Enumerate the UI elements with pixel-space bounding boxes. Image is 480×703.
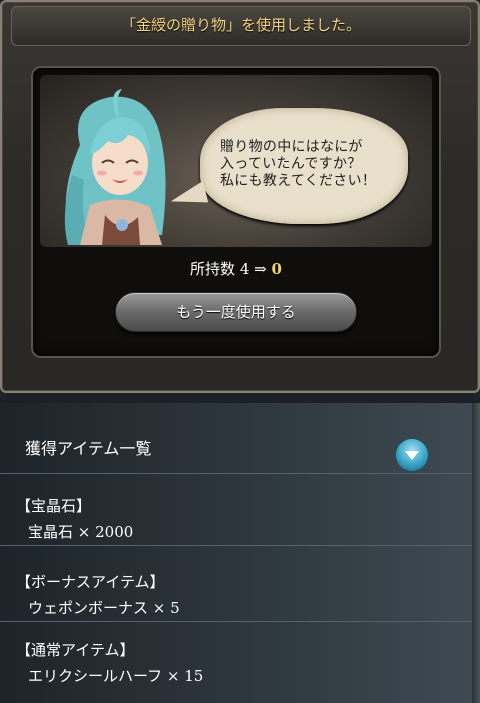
quantity-row: 所持数 4 ⇒ 0 <box>33 249 439 289</box>
obtained-items-panel: 獲得アイテム一覧 【宝晶石】 宝晶石 × 2000 【ボーナスアイテム】 ウェポ… <box>0 403 480 703</box>
dialog-title: 「金綬の贈り物」を使用しました。 <box>11 6 471 46</box>
use-again-button[interactable]: もう一度使用する <box>115 292 357 332</box>
item-entry: ウェポンボーナス × 5 <box>28 599 180 617</box>
list-item: 【ボーナスアイテム】 ウェポンボーナス × 5 <box>0 559 472 622</box>
obtained-items-header: 獲得アイテム一覧 <box>0 417 472 474</box>
character-scene: 贈り物の中にはなにが 入っていたんですか？ 私にも教えてください！ <box>40 75 432 247</box>
dialog-content-panel: 贈り物の中にはなにが 入っていたんですか？ 私にも教えてください！ 所持数 4 … <box>33 68 439 356</box>
item-category: 【ボーナスアイテム】 <box>16 573 165 591</box>
item-entry: 宝晶石 × 2000 <box>28 523 134 541</box>
speech-text: 贈り物の中にはなにが 入っていたんですか？ 私にも教えてください！ <box>220 139 377 189</box>
item-category: 【宝晶石】 <box>16 497 92 515</box>
list-item: 【宝晶石】 宝晶石 × 2000 <box>0 483 472 546</box>
obtained-items-title: 獲得アイテム一覧 <box>25 439 152 458</box>
item-used-dialog: 「金綬の贈り物」を使用しました。 贈り物の中にはなにが 入っていたんですか？ 私… <box>0 0 480 393</box>
quantity-after: 0 <box>271 260 282 278</box>
list-item: 【通常アイテム】 エリクシールハーフ × 15 <box>0 627 472 689</box>
character-portrait <box>64 89 166 245</box>
quantity-before: 4 <box>239 260 250 278</box>
item-entry: エリクシールハーフ × 15 <box>28 667 204 685</box>
quantity-label: 所持数 <box>190 260 236 278</box>
arrow-icon: ⇒ <box>254 260 267 278</box>
item-category: 【通常アイテム】 <box>16 641 135 659</box>
chevron-down-icon[interactable] <box>396 439 428 471</box>
